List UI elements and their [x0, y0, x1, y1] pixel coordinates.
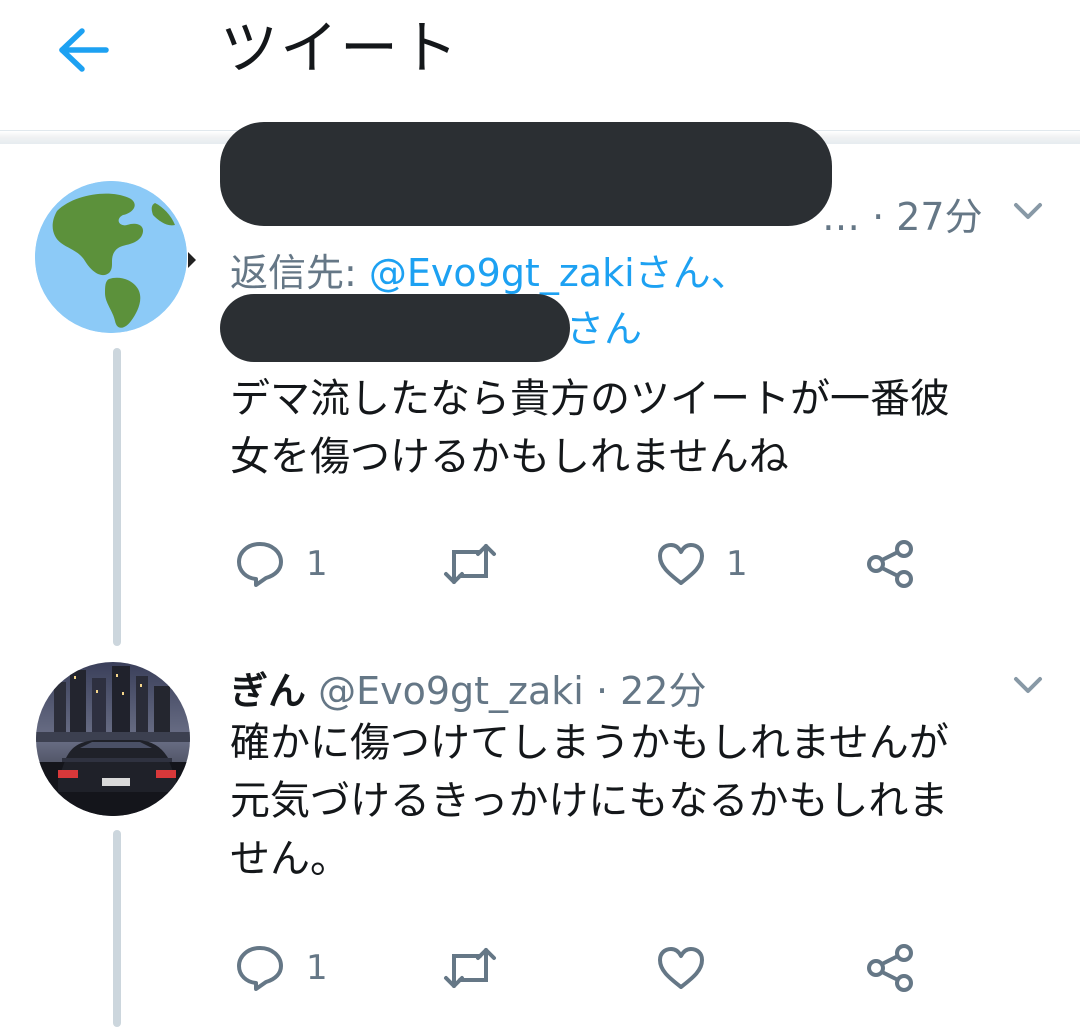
- tweet-text-line: デマ流したなら貴方のツイートが一番彼: [230, 376, 950, 422]
- retweet-icon: [444, 544, 496, 584]
- reply-count: 1: [306, 544, 328, 584]
- arrow-left-icon: [59, 28, 109, 72]
- app-header: ツイート: [0, 0, 1080, 130]
- reply-icon: [237, 542, 283, 587]
- reply-mention-suffix[interactable]: さん: [566, 307, 642, 351]
- avatar[interactable]: [36, 662, 190, 816]
- avatar[interactable]: [35, 181, 187, 333]
- share-icon: [867, 944, 913, 992]
- tweet-text: 確かに傷つけてしまうかもしれませんが 元気づけるきっかけにもなるかもしれま せん…: [230, 714, 1050, 888]
- globe-icon: [35, 181, 187, 333]
- tweet-text-line: 確かに傷つけてしまうかもしれませんが: [230, 720, 949, 766]
- tweet-time[interactable]: 22分: [620, 669, 706, 713]
- chevron-down-icon[interactable]: [1008, 670, 1048, 700]
- reply-count: 1: [306, 948, 328, 988]
- page-title: ツイート: [220, 14, 461, 82]
- thread-line: [113, 348, 121, 646]
- retweet-button[interactable]: [442, 542, 498, 586]
- tweet-text: デマ流したなら貴方のツイートが一番彼 女を傷つけるかもしれませんね: [230, 370, 1050, 486]
- reply-button[interactable]: 1: [234, 540, 328, 588]
- like-count: 1: [726, 544, 748, 584]
- reply-mention-link[interactable]: @Evo9gt_zakiさん、: [369, 251, 749, 295]
- reply-to-label: 返信先:: [230, 251, 369, 295]
- tweet-text-line: 元気づけるきっかけにもなるかもしれま: [230, 778, 949, 824]
- retweet-icon: [444, 948, 496, 988]
- avatar-edge-marker: [188, 252, 196, 268]
- like-button[interactable]: 1: [656, 542, 748, 586]
- like-button[interactable]: [656, 946, 706, 990]
- share-icon: [867, 540, 913, 588]
- retweet-button[interactable]: [442, 946, 498, 990]
- chevron-down-icon[interactable]: [1008, 196, 1048, 226]
- reply-to-line: 返信先: @Evo9gt_zakiさん、: [230, 250, 749, 296]
- share-button[interactable]: [866, 944, 916, 992]
- user-handle[interactable]: @Evo9gt_zaki: [318, 669, 584, 713]
- ellipsis: … ·: [822, 195, 897, 239]
- share-button[interactable]: [866, 540, 916, 588]
- separator-dot: ·: [583, 669, 621, 713]
- tweet-text-line: 女を傷つけるかもしれませんね: [230, 434, 789, 480]
- reply-button[interactable]: 1: [234, 944, 328, 992]
- redacted-mention: [220, 294, 570, 362]
- tweet-time[interactable]: 27分: [896, 195, 982, 239]
- heart-icon: [658, 543, 704, 585]
- tweet-meta: … · 27分: [822, 186, 983, 241]
- display-name[interactable]: ぎん: [230, 669, 306, 713]
- car-photo-icon: [36, 662, 190, 816]
- tweet-header: ぎん @Evo9gt_zaki · 22分: [230, 660, 706, 715]
- back-button[interactable]: [52, 18, 116, 82]
- reply-icon: [237, 946, 283, 991]
- heart-icon: [658, 947, 704, 989]
- thread-line: [113, 830, 121, 1027]
- reply-to-line-2: さん: [566, 306, 642, 352]
- tweet-text-line: せん。: [230, 836, 350, 882]
- redacted-username: [220, 122, 832, 226]
